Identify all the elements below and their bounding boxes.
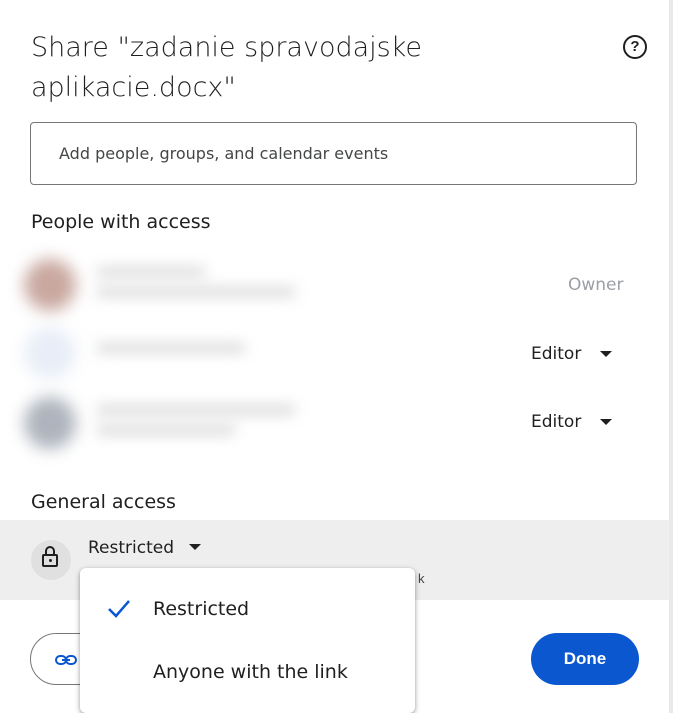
person-row-editor-2: Editor <box>0 391 673 451</box>
share-dialog: Share "zadanie spravodajske aplikacie.do… <box>0 0 673 713</box>
person-row-editor-1: Editor <box>0 323 673 383</box>
blurred-name <box>96 405 296 415</box>
done-button[interactable]: Done <box>531 633 639 685</box>
general-access-value: Restricted <box>88 538 175 558</box>
chevron-down-icon[interactable] <box>600 351 612 357</box>
menu-item-anyone-with-link[interactable]: Anyone with the link <box>80 644 415 700</box>
blurred-name <box>96 343 246 353</box>
menu-item-label: Anyone with the link <box>153 661 348 683</box>
general-access-heading: General access <box>31 491 176 513</box>
role-owner-label: Owner <box>568 275 624 295</box>
blurred-email <box>96 287 296 297</box>
help-icon[interactable]: ? <box>623 35 647 59</box>
role-editor-label[interactable]: Editor <box>531 412 581 432</box>
general-access-dropdown-menu: Restricted Anyone with the link <box>80 568 415 713</box>
role-editor-label[interactable]: Editor <box>531 344 581 364</box>
avatar <box>24 397 76 449</box>
avatar <box>24 259 76 311</box>
general-access-description-partial: k <box>418 571 425 586</box>
add-people-field[interactable] <box>30 122 637 185</box>
blurred-email <box>96 425 236 435</box>
general-access-select[interactable]: Restricted <box>88 538 202 558</box>
blurred-name <box>96 267 206 277</box>
add-people-input[interactable] <box>57 143 621 164</box>
person-row-owner: Owner <box>0 255 673 315</box>
link-icon <box>55 655 77 665</box>
people-with-access-heading: People with access <box>31 211 211 233</box>
check-icon <box>108 600 130 618</box>
avatar <box>24 327 76 379</box>
menu-item-restricted[interactable]: Restricted <box>80 581 415 637</box>
menu-item-label: Restricted <box>153 598 250 620</box>
chevron-down-icon <box>189 544 202 550</box>
chevron-down-icon[interactable] <box>600 419 612 425</box>
dialog-title: Share "zadanie spravodajske aplikacie.do… <box>31 32 423 103</box>
